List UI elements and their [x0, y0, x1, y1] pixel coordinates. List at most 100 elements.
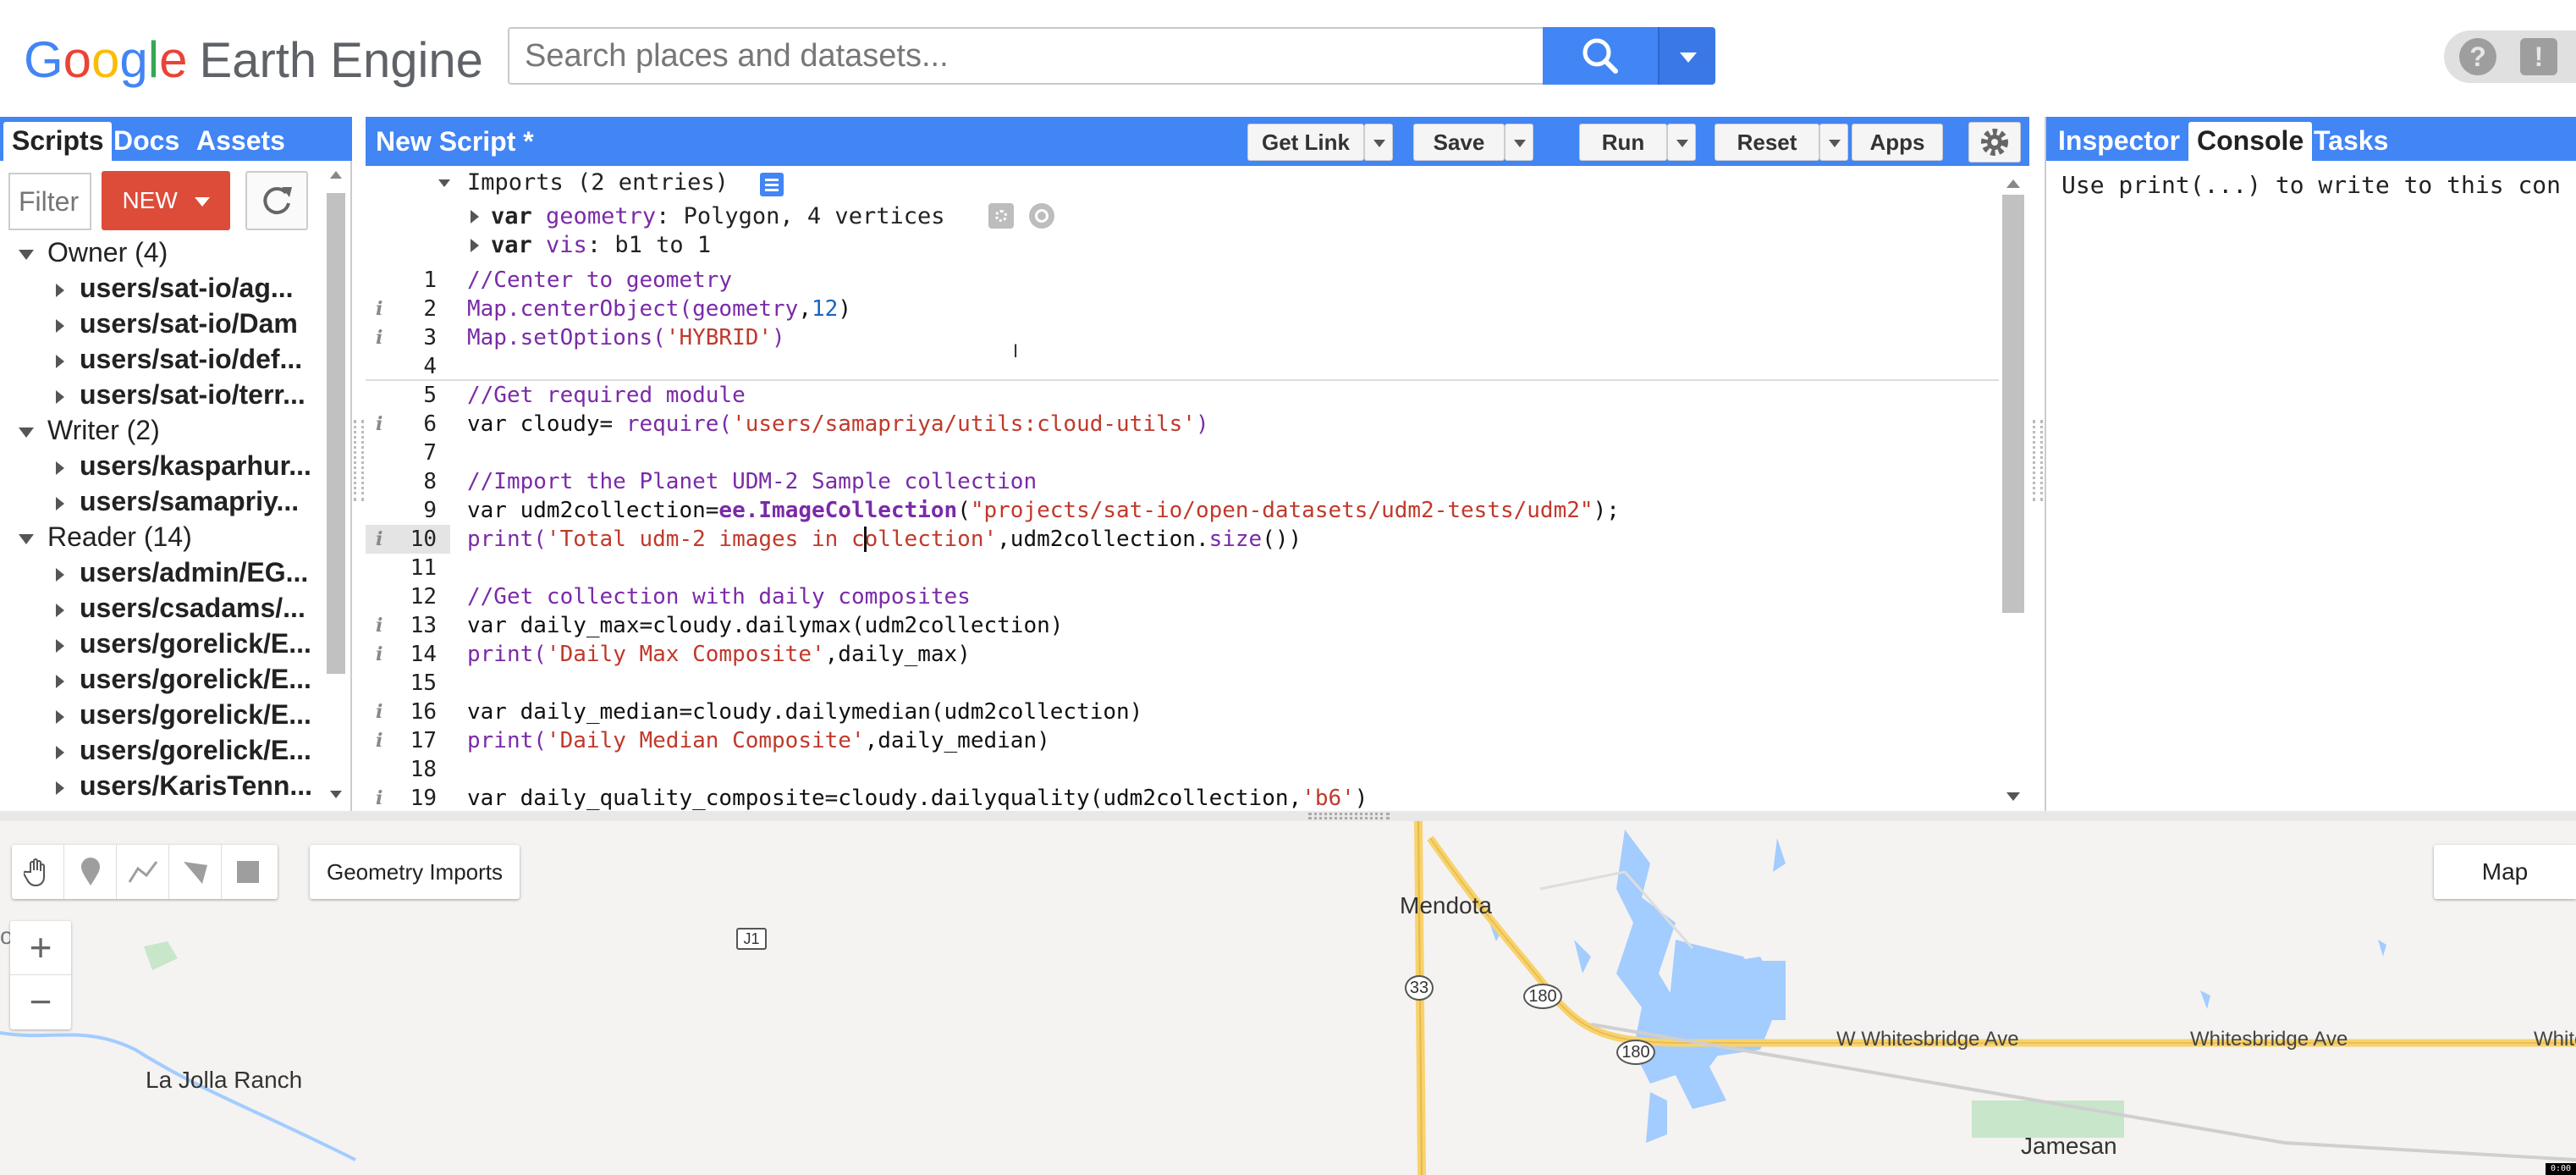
scroll-down-icon[interactable]: [2006, 792, 2020, 801]
code-line[interactable]: //Import the Planet UDM-2 Sample collect…: [467, 469, 1037, 494]
google-wordmark: Google: [24, 31, 188, 88]
info-marker-icon[interactable]: i: [376, 528, 383, 550]
panel-resize-handle[interactable]: [2033, 420, 2043, 501]
rectangle-icon: [237, 861, 259, 883]
zoom-out-button[interactable]: −: [10, 975, 71, 1029]
settings-button[interactable]: [1968, 122, 2021, 163]
tab-inspector[interactable]: Inspector: [2050, 122, 2188, 159]
tree-item[interactable]: users/sat-io/Dam: [56, 308, 298, 339]
tree-item[interactable]: users/gorelick/E...: [56, 699, 311, 731]
search-input[interactable]: [509, 29, 1544, 83]
info-marker-icon[interactable]: i: [376, 787, 383, 809]
script-title[interactable]: New Script *: [376, 122, 534, 161]
imports-collapse-icon[interactable]: [438, 179, 450, 187]
imports-header[interactable]: Imports (2 entries): [467, 169, 729, 196]
place-label: La Jolla Ranch: [146, 1067, 303, 1093]
search-button[interactable]: [1543, 27, 1658, 85]
info-marker-icon[interactable]: i: [376, 298, 383, 320]
draw-rectangle-tool[interactable]: [222, 845, 274, 899]
tree-item[interactable]: users/csadams/...: [56, 593, 305, 624]
show-imports-text-icon[interactable]: [760, 173, 784, 196]
code-line[interactable]: //Get collection with daily composites: [467, 584, 971, 610]
code-line[interactable]: Map.centerObject(geometry,12): [467, 296, 851, 322]
collapsed-icon[interactable]: [471, 210, 479, 223]
code-line[interactable]: var daily_median=cloudy.dailymedian(udm2…: [467, 699, 1142, 725]
search-options-dropdown[interactable]: [1658, 27, 1715, 85]
tree-item[interactable]: users/samapriy...: [56, 486, 299, 517]
tree-item[interactable]: users/gorelick/E...: [56, 664, 311, 695]
tree-item[interactable]: users/KarisTenn...: [56, 770, 312, 802]
timestamp-overlay: 0:00: [2546, 1163, 2576, 1175]
tab-scripts[interactable]: Scripts: [3, 122, 113, 161]
info-marker-icon[interactable]: i: [376, 701, 383, 723]
panel-resize-handle[interactable]: [354, 420, 364, 501]
map-view[interactable]: Mendota La Jolla Ranch oo ch Jamesan W W…: [0, 821, 2576, 1175]
code-area[interactable]: 1 2 i 3 i 4 5 6 i 7 8 9 10 i 11 12 13 i 14 i 15 16 i 17 i 18 19 i /…: [366, 266, 1999, 811]
get-link-button[interactable]: Get Link: [1247, 124, 1364, 161]
tree-item[interactable]: users/sat-io/terr...: [56, 379, 305, 411]
editor-scroll-thumb[interactable]: [2002, 195, 2024, 613]
tab-tasks[interactable]: Tasks: [2305, 122, 2397, 159]
reset-button[interactable]: Reset: [1715, 124, 1819, 161]
code-line[interactable]: print('Total udm-2 images in collection'…: [467, 527, 1302, 552]
draw-line-tool[interactable]: [117, 845, 169, 899]
code-line[interactable]: var cloudy= require('users/samapriya/uti…: [467, 411, 1209, 437]
filter-input[interactable]: [8, 173, 91, 230]
geometry-imports-button[interactable]: Geometry Imports: [310, 845, 520, 899]
scripts-scroll-thumb[interactable]: [327, 193, 345, 674]
zoom-in-button[interactable]: +: [10, 921, 71, 975]
code-line[interactable]: //Center to geometry: [467, 268, 732, 293]
apps-button[interactable]: Apps: [1852, 124, 1943, 161]
info-marker-icon[interactable]: i: [376, 643, 383, 665]
info-marker-icon[interactable]: i: [376, 413, 383, 435]
add-marker-tool[interactable]: [64, 845, 117, 899]
get-link-dropdown[interactable]: [1364, 124, 1393, 161]
question-icon[interactable]: ?: [2459, 38, 2496, 75]
new-button[interactable]: NEW: [102, 171, 230, 230]
tree-item[interactable]: users/sat-io/def...: [56, 344, 302, 375]
collapsed-icon: [56, 283, 64, 297]
map-resize-splitter[interactable]: [0, 811, 2576, 821]
code-line[interactable]: var daily_max=cloudy.dailymax(udm2collec…: [467, 613, 1063, 638]
reset-dropdown[interactable]: [1819, 124, 1848, 161]
code-line[interactable]: print('Daily Median Composite',daily_med…: [467, 728, 1050, 753]
import-vis[interactable]: var vis: b1 to 1: [491, 232, 711, 258]
code-line[interactable]: Map.setOptions('HYBRID'): [467, 325, 785, 350]
code-line[interactable]: //Get required module: [467, 383, 746, 408]
run-dropdown[interactable]: [1667, 124, 1696, 161]
scroll-down-icon[interactable]: [330, 791, 342, 798]
geometry-target-icon[interactable]: [1029, 203, 1054, 229]
geometry-settings-icon[interactable]: [988, 203, 1014, 229]
pan-hand-tool[interactable]: [12, 845, 64, 899]
save-dropdown[interactable]: [1505, 124, 1533, 161]
tab-assets[interactable]: Assets: [188, 122, 294, 159]
tree-item[interactable]: users/gorelick/E...: [56, 735, 311, 766]
feedback-icon[interactable]: !: [2520, 38, 2557, 75]
scroll-up-icon[interactable]: [330, 171, 342, 179]
run-button[interactable]: Run: [1579, 124, 1667, 161]
tree-item[interactable]: users/kasparhur...: [56, 450, 311, 482]
earth-engine-logo[interactable]: Google Earth Engine: [24, 30, 483, 90]
refresh-button[interactable]: [245, 171, 308, 230]
map-type-button[interactable]: Map: [2434, 845, 2576, 899]
code-line[interactable]: var daily_quality_composite=cloudy.daily…: [467, 786, 1368, 811]
save-button[interactable]: Save: [1413, 124, 1505, 161]
tree-group-owner[interactable]: Owner (4): [19, 237, 168, 268]
tab-docs[interactable]: Docs: [105, 122, 188, 159]
code-line[interactable]: var udm2collection=ee.ImageCollection("p…: [467, 498, 1620, 523]
import-geometry[interactable]: var geometry: Polygon, 4 vertices: [491, 203, 944, 229]
tab-console[interactable]: Console: [2188, 122, 2313, 161]
tree-item[interactable]: users/gorelick/E...: [56, 628, 311, 659]
tree-group-reader[interactable]: Reader (14): [19, 521, 192, 553]
info-marker-icon[interactable]: i: [376, 730, 383, 752]
collapsed-icon[interactable]: [471, 239, 479, 252]
scroll-up-icon[interactable]: [2006, 179, 2020, 188]
info-marker-icon[interactable]: i: [376, 327, 383, 349]
tree-item[interactable]: users/admin/EG...: [56, 557, 308, 588]
tree-item[interactable]: users/sat-io/ag...: [56, 273, 294, 304]
refresh-icon: [263, 187, 292, 215]
tree-group-writer[interactable]: Writer (2): [19, 415, 160, 446]
draw-shape-tool[interactable]: [169, 845, 222, 899]
code-line[interactable]: print('Daily Max Composite',daily_max): [467, 642, 971, 667]
info-marker-icon[interactable]: i: [376, 615, 383, 637]
